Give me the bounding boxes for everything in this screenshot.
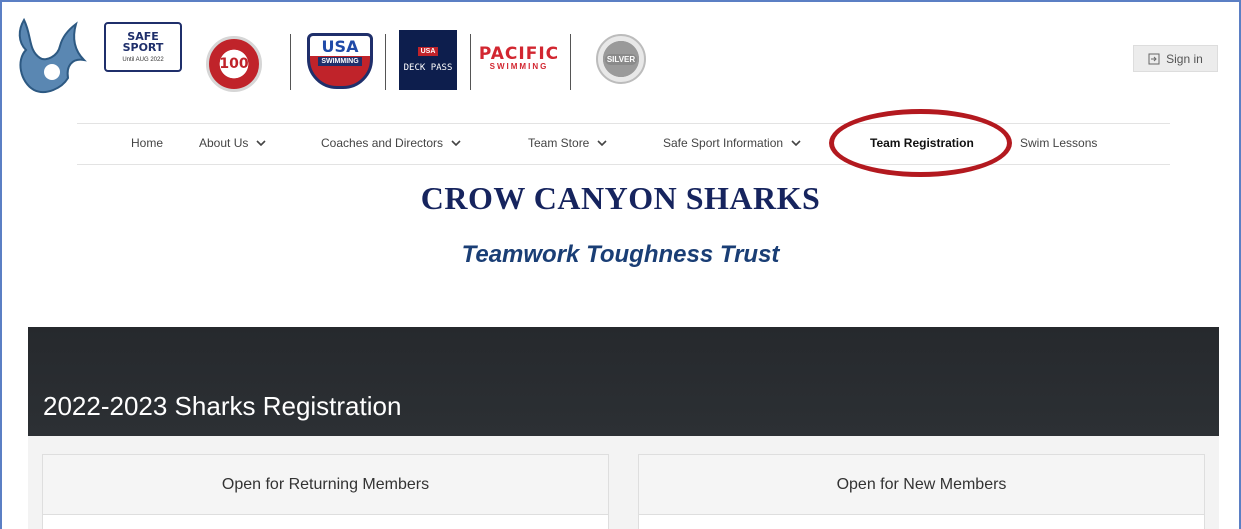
pacific-text: PACIFIC: [478, 43, 560, 64]
shark-fin-logo[interactable]: [14, 16, 90, 96]
sign-in-label: Sign in: [1166, 51, 1203, 66]
usa-text: USA: [321, 37, 359, 56]
pacific-swimming-logo[interactable]: PACIFIC SWIMMING: [478, 43, 560, 71]
nav-team-store[interactable]: Team Store: [528, 136, 607, 150]
registration-banner: 2022-2023 Sharks Registration: [28, 327, 1219, 436]
silver-text: SILVER: [604, 53, 638, 65]
safe-sport-badge[interactable]: SAFE SPORT Until AUG 2022: [104, 22, 182, 72]
new-members-card: Open for New Members: [638, 454, 1205, 529]
chevron-down-icon: [597, 140, 607, 146]
nav-label: About Us: [199, 136, 249, 150]
logo-divider: [385, 34, 386, 90]
chevron-down-icon: [791, 140, 801, 146]
deck-usa-text: USA: [417, 47, 439, 56]
safe-sport-line2: SPORT: [122, 41, 164, 54]
world-100-text: 100: [219, 56, 249, 72]
chevron-down-icon: [451, 140, 461, 146]
silver-medal-badge[interactable]: SILVER: [596, 34, 646, 84]
usa-swimming-logo[interactable]: USA SWIMMING: [305, 32, 375, 90]
usa-shield: USA SWIMMING: [307, 33, 373, 89]
logo-divider: [570, 34, 571, 90]
pacific-sub-text: SWIMMING: [489, 61, 549, 71]
nav-swim-lessons[interactable]: Swim Lessons: [1020, 136, 1097, 150]
world-100-badge[interactable]: 100: [206, 36, 262, 92]
nav-coaches-and-directors[interactable]: Coaches and Directors: [321, 136, 461, 150]
site-tagline: Teamwork Toughness Trust: [461, 241, 780, 268]
safe-sport-sub: Until AUG 2022: [122, 57, 164, 63]
banner-title: 2022-2023 Sharks Registration: [43, 391, 402, 421]
logo-divider: [290, 34, 291, 90]
usa-swimming-text: SWIMMING: [318, 57, 362, 66]
nav-label: Team Store: [528, 136, 590, 150]
card-header: Open for New Members: [639, 455, 1204, 515]
nav-label: Home: [131, 136, 164, 150]
nav-safe-sport-information[interactable]: Safe Sport Information: [663, 136, 801, 150]
logo-divider: [470, 34, 471, 90]
returning-members-card: Open for Returning Members: [42, 454, 609, 529]
highlight-circle: [829, 109, 1012, 177]
deck-pass-logo[interactable]: USA DECK PASS: [399, 30, 457, 90]
card-header: Open for Returning Members: [43, 455, 608, 515]
sign-in-button[interactable]: Sign in: [1133, 45, 1218, 72]
deck-pass-text: DECK PASS: [403, 63, 453, 73]
registration-content: Open for Returning Members Open for New …: [28, 436, 1219, 529]
chevron-down-icon: [256, 140, 266, 146]
nav-label: Safe Sport Information: [663, 136, 784, 150]
nav-label: Swim Lessons: [1020, 136, 1098, 150]
nav-about-us[interactable]: About Us: [199, 136, 266, 150]
sign-in-icon: [1148, 53, 1160, 64]
nav-label: Coaches and Directors: [321, 136, 444, 150]
nav-home[interactable]: Home: [131, 136, 163, 150]
site-title: CROW CANYON SHARKS: [420, 180, 821, 216]
